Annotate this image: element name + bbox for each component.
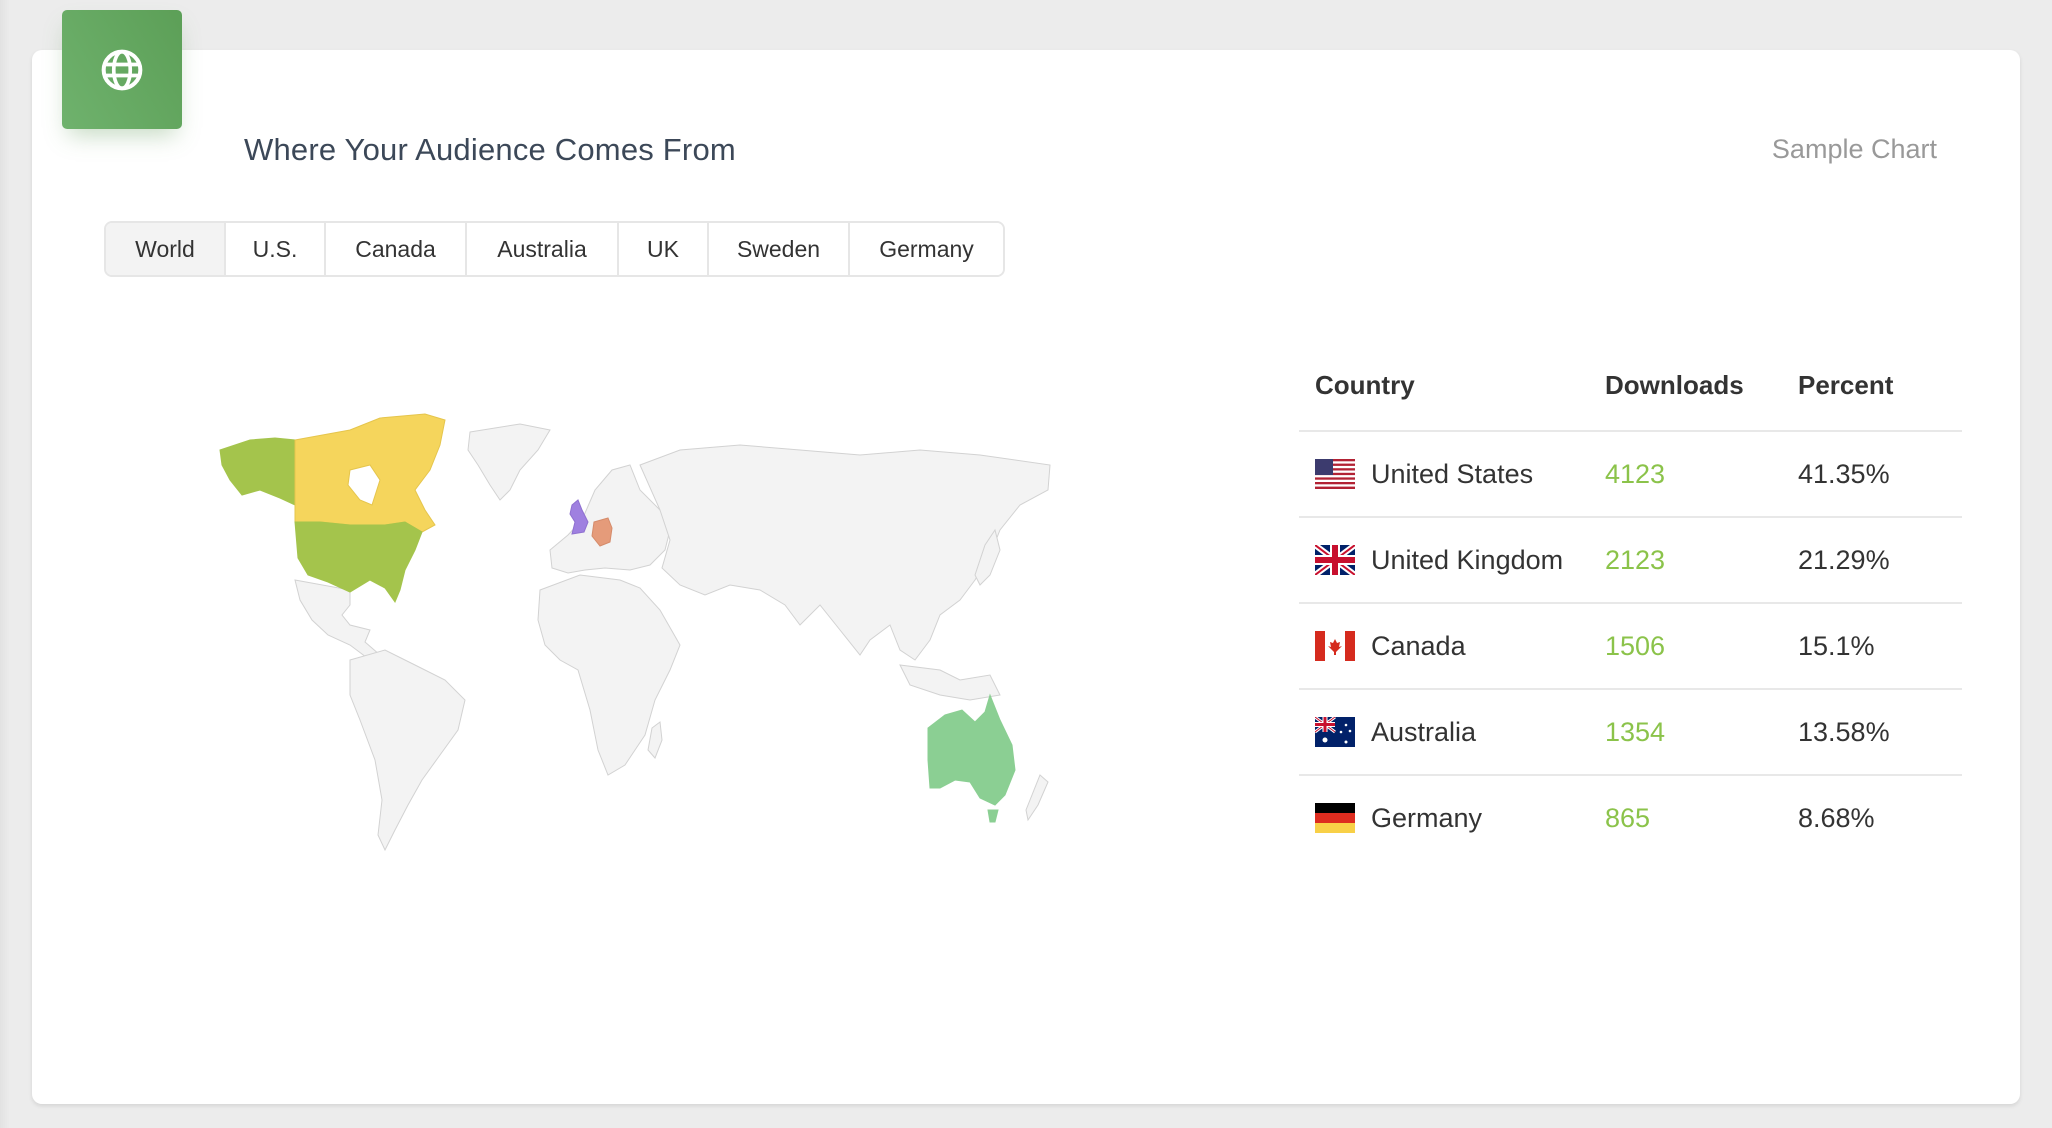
map-region-indonesia[interactable]	[899, 664, 1001, 701]
country-name: Canada	[1371, 630, 1466, 661]
percent-value: 13.58%	[1798, 716, 1890, 747]
map-region-tasmania[interactable]	[987, 809, 999, 823]
map-region-new-zealand[interactable]	[1025, 774, 1049, 822]
map-region-madagascar[interactable]	[647, 721, 663, 759]
ca-flag-icon	[1315, 631, 1355, 661]
map-region-greenland[interactable]	[467, 423, 551, 501]
downloads-value: 4123	[1605, 458, 1666, 489]
page-gutter	[0, 0, 10, 1128]
region-tabs: World U.S. Canada Australia UK Sweden Ge…	[104, 221, 1005, 277]
country-name: Australia	[1371, 716, 1477, 747]
percent-value: 8.68%	[1798, 802, 1875, 833]
country-name: Germany	[1371, 802, 1483, 833]
percent-value: 41.35%	[1798, 458, 1890, 489]
percent-value: 15.1%	[1798, 630, 1875, 661]
tab-australia[interactable]: Australia	[467, 223, 619, 275]
us-flag-icon	[1315, 459, 1355, 489]
tab-canada[interactable]: Canada	[326, 223, 467, 275]
world-map	[219, 413, 1051, 852]
header-downloads: Downloads	[1605, 369, 1744, 400]
tab-germany[interactable]: Germany	[850, 223, 1003, 275]
tab-us[interactable]: U.S.	[226, 223, 326, 275]
tab-uk[interactable]: UK	[619, 223, 709, 275]
downloads-value: 2123	[1605, 544, 1666, 575]
au-flag-icon	[1315, 717, 1355, 747]
uk-flag-icon	[1315, 545, 1355, 575]
table-row: United States 4123 41.35%	[1299, 432, 1962, 518]
tab-world[interactable]: World	[106, 223, 226, 275]
de-flag-icon	[1315, 803, 1355, 833]
table-header: Country Downloads Percent	[1299, 340, 1962, 432]
table-row: Canada 1506 15.1%	[1299, 604, 1962, 690]
country-name: United Kingdom	[1371, 544, 1564, 575]
tab-sweden[interactable]: Sweden	[709, 223, 850, 275]
downloads-value: 1506	[1605, 630, 1666, 661]
table-row: Australia 1354 13.58%	[1299, 690, 1962, 776]
table-row: Germany 865 8.68%	[1299, 776, 1962, 860]
downloads-value: 1354	[1605, 716, 1666, 747]
card-subtitle: Sample Chart	[1771, 134, 1937, 164]
header-percent: Percent	[1798, 369, 1894, 400]
country-table: Country Downloads Percent United States …	[1299, 340, 1962, 860]
globe-icon	[101, 49, 143, 90]
percent-value: 21.29%	[1798, 544, 1890, 575]
map-region-australia[interactable]	[927, 693, 1016, 806]
map-region-south-america[interactable]	[349, 649, 466, 852]
header-icon-box	[62, 10, 182, 129]
country-name: United States	[1371, 458, 1534, 489]
map-region-united-kingdom[interactable]	[569, 499, 589, 535]
downloads-value: 865	[1605, 802, 1651, 833]
table-row: United Kingdom 2123 21.29%	[1299, 518, 1962, 604]
header-country: Country	[1315, 369, 1415, 400]
map-region-central-america[interactable]	[294, 579, 381, 661]
map-region-alaska[interactable]	[219, 437, 296, 506]
card-title: Where Your Audience Comes From	[244, 132, 736, 167]
